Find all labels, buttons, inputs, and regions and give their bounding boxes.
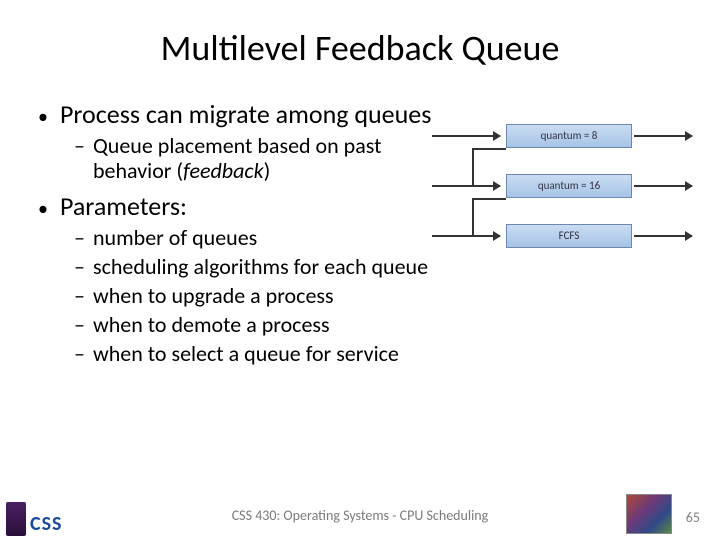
queue-diagram: quantum = 8 quantum = 16 FCFS	[432, 118, 692, 258]
arrow-in-icon	[432, 135, 500, 137]
bullet-text: Process can migrate among queues	[60, 98, 431, 130]
css-logo-text: CSS	[30, 512, 63, 536]
uw-logo-icon	[6, 502, 26, 536]
bullet-icon: •	[38, 107, 48, 127]
textbook-thumbnail-icon	[626, 494, 672, 534]
bullet-text: Parameters:	[60, 190, 187, 222]
page-number: 65	[686, 509, 700, 526]
dash-icon: –	[74, 340, 85, 367]
slide-title: Multilevel Feedback Queue	[28, 26, 692, 70]
param-text: scheduling algorithms for each queue	[93, 253, 428, 280]
dash-icon: –	[74, 224, 85, 251]
text-part: )	[264, 157, 271, 184]
param-text: when to demote a process	[93, 311, 330, 338]
queue-box: quantum = 16	[506, 174, 632, 198]
param-text: when to upgrade a process	[93, 282, 334, 309]
dash-icon: –	[74, 132, 85, 159]
queue-row-1: quantum = 8	[432, 122, 692, 152]
text-emph: feedback	[183, 157, 263, 184]
bullet-text: Queue placement based on past behavior (…	[93, 133, 433, 184]
arrow-out-icon	[634, 235, 692, 237]
param-item: – when to upgrade a process	[74, 282, 692, 309]
queue-box: FCFS	[506, 224, 632, 248]
slide: Multilevel Feedback Queue • Process can …	[0, 0, 720, 540]
arrow-out-icon	[634, 185, 692, 187]
dash-icon: –	[74, 253, 85, 280]
dash-icon: –	[74, 282, 85, 309]
queue-row-2: quantum = 16	[432, 172, 692, 202]
bullet-icon: •	[38, 199, 48, 219]
queue-row-3: FCFS	[432, 222, 692, 252]
param-item: – when to demote a process	[74, 311, 692, 338]
queue-box: quantum = 8	[506, 124, 632, 148]
param-text: when to select a queue for service	[93, 340, 399, 367]
logo-left: CSS	[6, 502, 63, 536]
param-item: – when to select a queue for service	[74, 340, 692, 367]
arrow-in-icon	[432, 235, 500, 237]
arrow-in-icon	[432, 185, 500, 187]
param-text: number of queues	[93, 224, 257, 251]
connector-icon	[472, 198, 506, 200]
footer-text: CSS 430: Operating Systems - CPU Schedul…	[0, 507, 720, 524]
arrow-out-icon	[634, 135, 692, 137]
connector-icon	[472, 148, 506, 150]
dash-icon: –	[74, 311, 85, 338]
